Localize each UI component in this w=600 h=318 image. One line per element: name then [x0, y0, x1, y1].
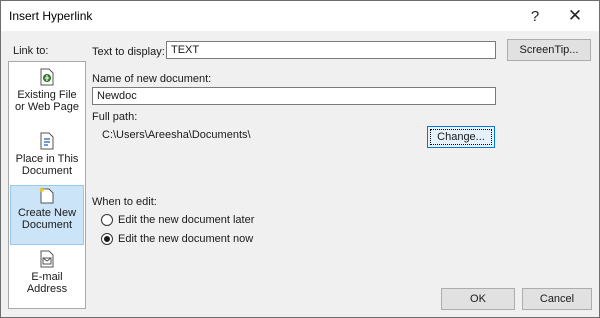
place-in-document-line1: Place in This — [15, 153, 79, 165]
edit-now-radio[interactable] — [101, 233, 113, 245]
edit-now-label[interactable]: Edit the new document now — [118, 233, 253, 245]
text-to-display-label: Text to display: — [92, 46, 165, 58]
new-document-label: Name of new document: — [92, 73, 212, 85]
place-in-document[interactable]: Place in This Document — [10, 132, 84, 192]
place-create-new-document[interactable]: Create New Document — [10, 185, 84, 245]
existing-file-icon — [40, 68, 54, 86]
create-new-document-icon — [39, 187, 54, 204]
edit-later-radio[interactable] — [101, 214, 113, 226]
link-to-bar: Existing File or Web Page Place in This … — [8, 61, 86, 309]
place-existing-file-line2: or Web Page — [14, 101, 79, 113]
help-button[interactable]: ? — [515, 1, 555, 31]
place-existing-file[interactable]: Existing File or Web Page — [10, 68, 84, 128]
insert-hyperlink-dialog: Insert Hyperlink ? ✕ Link to: Existing F… — [0, 0, 600, 318]
place-email-line1: E-mail — [31, 271, 63, 283]
close-button[interactable]: ✕ — [555, 1, 595, 31]
place-existing-file-line1: Existing File — [17, 89, 77, 101]
place-in-document-icon — [40, 132, 54, 150]
place-create-new-line1: Create New — [17, 207, 77, 219]
full-path-value: C:\Users\Areesha\Documents\ — [102, 129, 251, 141]
link-to-label: Link to: — [13, 45, 49, 57]
cancel-button[interactable]: Cancel — [522, 288, 592, 310]
screentip-button[interactable]: ScreenTip... — [507, 39, 591, 61]
new-document-input[interactable]: Newdoc — [92, 87, 496, 105]
full-path-label: Full path: — [92, 111, 138, 123]
place-in-document-line2: Document — [21, 165, 73, 177]
when-to-edit-label: When to edit: — [92, 196, 157, 208]
place-email-address[interactable]: E-mail Address — [10, 250, 84, 310]
ok-button[interactable]: OK — [441, 288, 515, 310]
dialog-title: Insert Hyperlink — [9, 9, 93, 23]
email-icon — [40, 250, 54, 268]
title-bar: Insert Hyperlink ? ✕ — [1, 1, 599, 31]
edit-later-label[interactable]: Edit the new document later — [118, 214, 254, 226]
text-to-display-input[interactable]: TEXT — [166, 41, 496, 59]
place-create-new-line2: Document — [21, 219, 73, 231]
change-button[interactable]: Change... — [427, 126, 495, 148]
place-email-line2: Address — [26, 283, 68, 295]
